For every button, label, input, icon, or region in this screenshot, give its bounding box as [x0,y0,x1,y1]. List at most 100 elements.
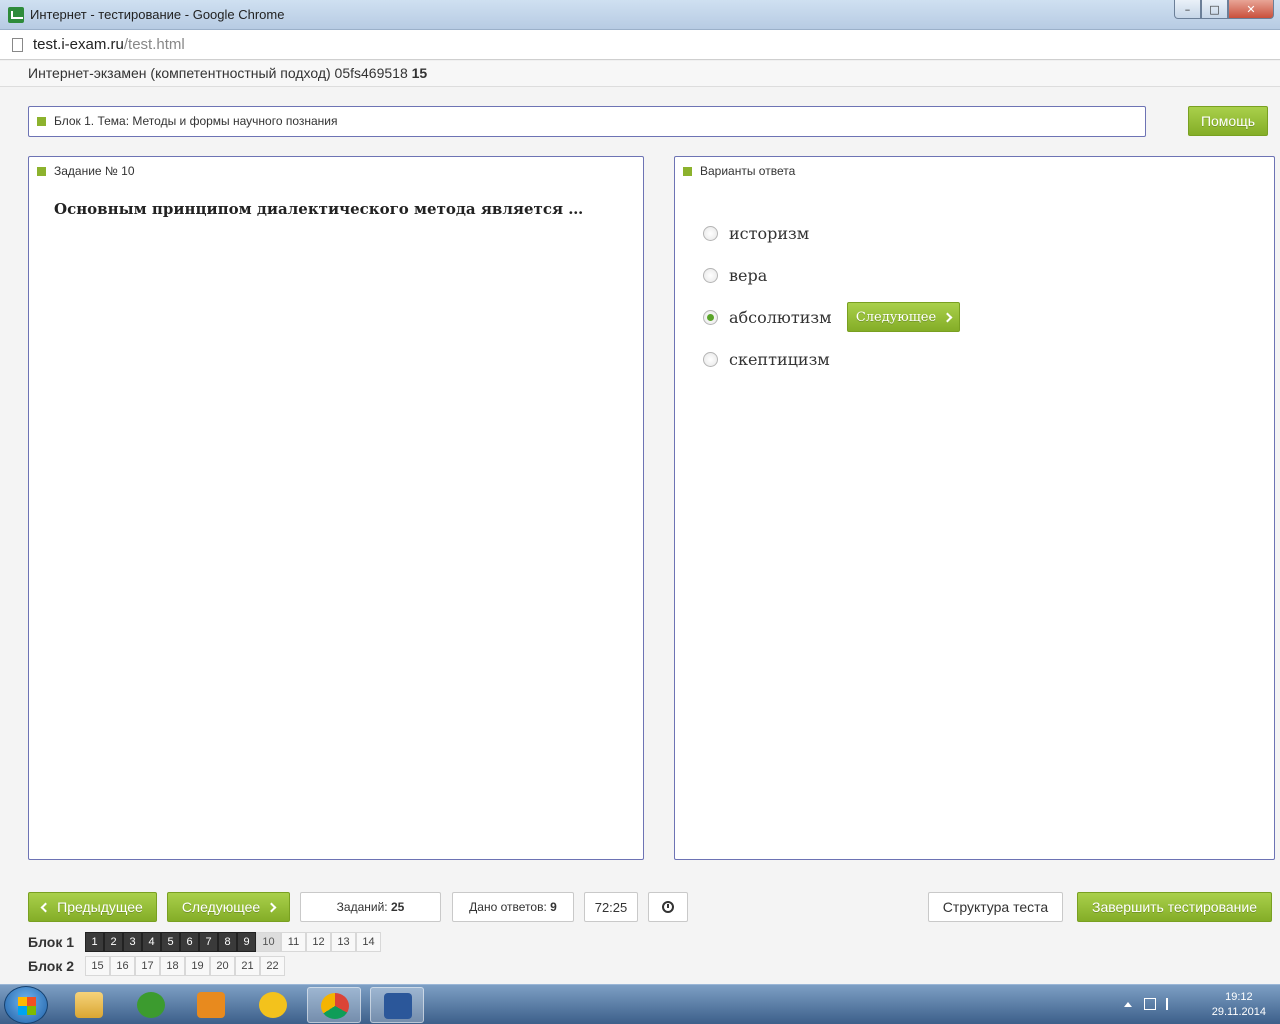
timer: 72:25 [584,892,638,922]
question-number-cell[interactable]: 9 [237,932,256,952]
answer-option-label[interactable]: вера [729,266,767,285]
question-number-cell[interactable]: 2 [104,932,123,952]
taskbar: 19:12 29.11.2014 [0,984,1280,1024]
exam-page: Интернет-экзамен (компетентностный подхо… [0,61,1280,984]
chevron-right-icon [942,312,953,322]
block-name: Блок 2 [28,958,75,974]
answer-option-label[interactable]: историзм [729,224,809,243]
task-marker-icon [37,167,46,177]
answer-option[interactable]: скептицизм [703,338,832,380]
radio-button-selected[interactable] [703,309,718,325]
question-number-cell[interactable]: 5 [161,932,180,952]
question-number-cell[interactable]: 1 [85,932,104,952]
answer-option[interactable]: абсолютизм Следующее [703,296,960,338]
start-button[interactable] [4,986,48,1024]
next-inline-button[interactable]: Следующее [847,302,960,332]
question-number-cell[interactable]: 12 [306,932,331,952]
next-label: Следующее [181,899,261,915]
page-icon [12,38,23,52]
question-number-cell[interactable]: 4 [142,932,161,952]
question-number-cell[interactable]: 15 [85,956,110,976]
radio-button[interactable] [703,351,718,367]
question-number-cell[interactable]: 13 [331,932,356,952]
help-button[interactable]: Помощь [1188,106,1268,136]
question-number-cell[interactable]: 8 [218,932,237,952]
address-bar[interactable]: test.i-exam.ru/test.html [0,30,1280,60]
clock-button[interactable] [648,892,688,922]
question-number-cell[interactable]: 14 [356,932,381,952]
answers-marker-icon [683,167,692,177]
prev-label: Предыдущее [57,899,143,915]
question-number-cell[interactable]: 3 [123,932,142,952]
question-number-cell[interactable]: 10 [256,932,281,952]
taskbar-chrome[interactable] [307,987,361,1023]
question-number-cell[interactable]: 17 [135,956,160,976]
tray-time: 19:12 [1225,991,1253,1003]
next-button[interactable]: Следующее [167,892,290,922]
url-text[interactable]: test.i-exam.ru/test.html [33,36,185,53]
question-number-cell[interactable]: 22 [260,956,285,976]
show-hidden-icons-icon[interactable] [1124,1002,1132,1007]
question-number-cell[interactable]: 6 [180,932,199,952]
answers-panel: Варианты ответа историзм вера абсолютизм… [674,156,1275,860]
taskbar-utorrent[interactable] [124,987,178,1023]
taskbar-mail[interactable] [246,987,300,1023]
question-number-cell[interactable]: 18 [160,956,185,976]
block-row: Блок 2 15 16 17 18 19 20 21 22 [28,956,285,976]
chevron-left-icon [40,902,51,912]
radio-button[interactable] [703,225,718,241]
folder-icon [75,992,103,1018]
utorrent-icon [137,992,165,1018]
exam-title: Интернет-экзамен (компетентностный подхо… [28,65,408,81]
word-icon [384,993,412,1019]
question-number-cell[interactable]: 7 [199,932,218,952]
block-cells: 1 2 3 4 5 6 7 8 9 10 11 12 13 14 [85,932,381,952]
action-center-flag-icon[interactable] [1166,998,1178,1010]
answer-option-label[interactable]: скептицизм [729,350,830,369]
question-number-cell[interactable]: 16 [110,956,135,976]
media-player-icon [197,992,225,1018]
answered-count: Дано ответов: 9 [452,892,574,922]
task-panel: Задание № 10 Основным принципом диалекти… [28,156,644,860]
minimize-button[interactable]: – [1174,0,1201,19]
clock-icon [662,901,674,913]
answer-options: историзм вера абсолютизм Следующее скепт… [703,212,960,380]
taskbar-explorer[interactable] [62,987,116,1023]
answered-count-label: Дано ответов: [469,900,547,914]
next-inline-label: Следующее [855,309,937,325]
answer-option-label[interactable]: абсолютизм [729,308,832,327]
topic-label: Блок 1. Тема: Методы и формы научного по… [54,114,338,128]
window-titlebar: Интернет - тестирование - Google Chrome … [0,0,1280,30]
answer-option[interactable]: вера [703,254,832,296]
structure-button[interactable]: Структура теста [928,892,1063,922]
maximize-button[interactable]: □ [1201,0,1228,19]
taskbar-word[interactable] [370,987,424,1023]
topic-box: Блок 1. Тема: Методы и формы научного по… [28,106,1146,137]
tasks-count: Заданий: 25 [300,892,441,922]
tray-date: 29.11.2014 [1211,1006,1266,1018]
prev-button[interactable]: Предыдущее [28,892,157,922]
tray-clock[interactable]: 19:12 29.11.2014 [1212,990,1266,1020]
tasks-count-value: 25 [390,900,405,914]
question-number-cell[interactable]: 21 [235,956,260,976]
finish-button[interactable]: Завершить тестирование [1077,892,1272,922]
question-number-cell[interactable]: 19 [185,956,210,976]
block-row: Блок 1 1 2 3 4 5 6 7 8 9 10 11 12 13 14 [28,932,381,952]
tasks-count-label: Заданий: [336,900,388,914]
close-button[interactable]: ✕ [1228,0,1274,19]
question-number-cell[interactable]: 11 [281,932,306,952]
exam-number: 15 [411,65,428,81]
block-name: Блок 1 [28,934,75,950]
answer-option[interactable]: историзм [703,212,832,254]
windows-logo-icon [18,997,36,1015]
network-icon[interactable] [1144,998,1156,1010]
window-title: Интернет - тестирование - Google Chrome [30,7,285,22]
url-path: /test.html [123,36,185,53]
mail-agent-icon [259,992,287,1018]
radio-button[interactable] [703,267,718,283]
block-cells: 15 16 17 18 19 20 21 22 [85,956,285,976]
exam-header: Интернет-экзамен (компетентностный подхо… [0,61,1280,87]
url-domain: test.i-exam.ru [33,36,124,53]
question-number-cell[interactable]: 20 [210,956,235,976]
taskbar-media[interactable] [184,987,238,1023]
